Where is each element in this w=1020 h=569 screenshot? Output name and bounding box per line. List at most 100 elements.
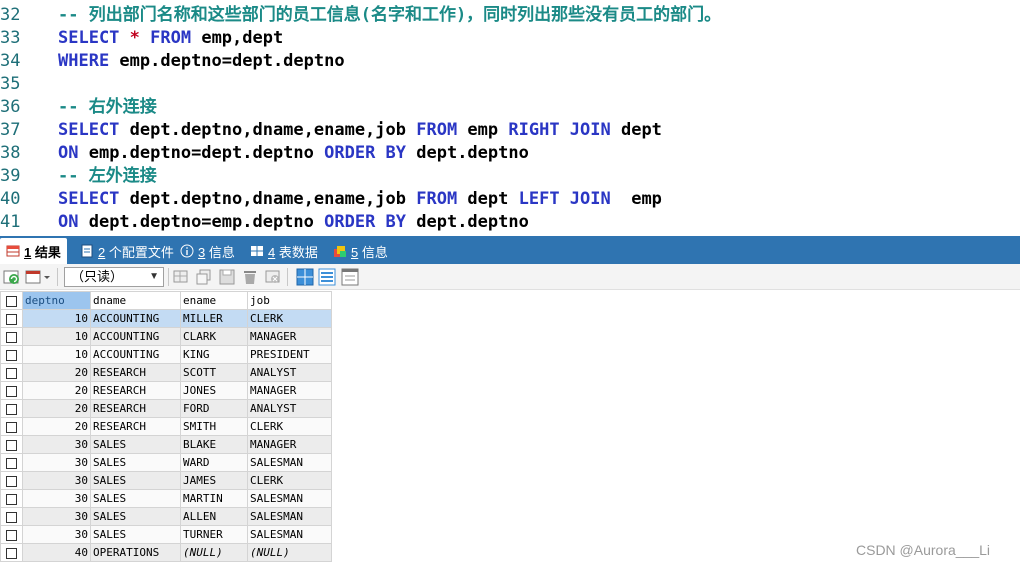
code-line[interactable]: 40 SELECT dept.deptno,dname,ename,job FRO… bbox=[0, 188, 1020, 211]
table-row[interactable]: 30 SALES ALLEN SALESMAN bbox=[0, 507, 332, 526]
cell-deptno[interactable]: 20 bbox=[22, 417, 91, 436]
table-row[interactable]: 30 SALES WARD SALESMAN bbox=[0, 453, 332, 472]
cell-job[interactable]: SALESMAN bbox=[247, 489, 332, 508]
table-row[interactable]: 20 RESEARCH JONES MANAGER bbox=[0, 381, 332, 400]
cell-deptno[interactable]: 30 bbox=[22, 453, 91, 472]
copy-row-icon[interactable] bbox=[195, 268, 213, 286]
sql-editor[interactable]: 32 -- 列出部门名称和这些部门的员工信息(名字和工作)，同时列出那些没有员工的… bbox=[0, 0, 1020, 236]
code-line[interactable]: 32 -- 列出部门名称和这些部门的员工信息(名字和工作)，同时列出那些没有员工的… bbox=[0, 4, 1020, 27]
code-line[interactable]: 33 SELECT * FROM emp,dept bbox=[0, 27, 1020, 50]
row-checkbox[interactable] bbox=[0, 399, 23, 418]
cell-ename[interactable]: FORD bbox=[180, 399, 248, 418]
column-header-job[interactable]: job bbox=[247, 291, 332, 310]
row-checkbox[interactable] bbox=[0, 363, 23, 382]
cell-ename[interactable]: SMITH bbox=[180, 417, 248, 436]
cell-dname[interactable]: ACCOUNTING bbox=[90, 309, 181, 328]
row-checkbox[interactable] bbox=[0, 381, 23, 400]
table-row[interactable]: 10 ACCOUNTING CLARK MANAGER bbox=[0, 327, 332, 346]
cell-deptno[interactable]: 10 bbox=[22, 309, 91, 328]
cell-deptno[interactable]: 30 bbox=[22, 507, 91, 526]
column-header-dname[interactable]: dname bbox=[90, 291, 181, 310]
save-icon[interactable] bbox=[218, 268, 236, 286]
row-checkbox[interactable] bbox=[0, 525, 23, 544]
cell-ename[interactable]: WARD bbox=[180, 453, 248, 472]
tab-results[interactable]: 1 结果 bbox=[0, 238, 67, 264]
column-header-ename[interactable]: ename bbox=[180, 291, 248, 310]
results-grid[interactable]: deptno dname ename job 10 ACCOUNTING MILLE… bbox=[0, 291, 332, 562]
cell-dname[interactable]: ACCOUNTING bbox=[90, 345, 181, 364]
cell-dname[interactable]: RESEARCH bbox=[90, 363, 181, 382]
code-line[interactable]: 37 SELECT dept.deptno,dname,ename,job FRO… bbox=[0, 119, 1020, 142]
table-row[interactable]: 20 RESEARCH SCOTT ANALYST bbox=[0, 363, 332, 382]
code-line[interactable]: 35 bbox=[0, 73, 1020, 96]
cell-dname[interactable]: RESEARCH bbox=[90, 381, 181, 400]
cell-deptno[interactable]: 30 bbox=[22, 525, 91, 544]
cell-job[interactable]: ANALYST bbox=[247, 399, 332, 418]
column-header-deptno[interactable]: deptno bbox=[22, 291, 91, 310]
table-row[interactable]: 40 OPERATIONS (NULL) (NULL) bbox=[0, 543, 332, 562]
table-row[interactable]: 20 RESEARCH SMITH CLERK bbox=[0, 417, 332, 436]
cell-deptno[interactable]: 10 bbox=[22, 345, 91, 364]
select-all-checkbox[interactable] bbox=[0, 291, 23, 310]
text-view-icon[interactable] bbox=[341, 268, 359, 286]
code-line[interactable]: 41 ON dept.deptno=emp.deptno ORDER BY dep… bbox=[0, 211, 1020, 234]
cell-dname[interactable]: ACCOUNTING bbox=[90, 327, 181, 346]
form-view-icon[interactable] bbox=[318, 268, 336, 286]
row-checkbox[interactable] bbox=[0, 309, 23, 328]
cell-ename[interactable]: ALLEN bbox=[180, 507, 248, 526]
cell-deptno[interactable]: 30 bbox=[22, 435, 91, 454]
cell-ename[interactable]: MARTIN bbox=[180, 489, 248, 508]
table-row[interactable]: 10 ACCOUNTING KING PRESIDENT bbox=[0, 345, 332, 364]
refresh-icon[interactable] bbox=[3, 268, 21, 286]
cell-dname[interactable]: RESEARCH bbox=[90, 399, 181, 418]
row-checkbox[interactable] bbox=[0, 345, 23, 364]
cell-dname[interactable]: SALES bbox=[90, 489, 181, 508]
row-checkbox[interactable] bbox=[0, 453, 23, 472]
cell-job[interactable]: MANAGER bbox=[247, 327, 332, 346]
table-row[interactable]: 30 SALES JAMES CLERK bbox=[0, 471, 332, 490]
cell-ename[interactable]: SCOTT bbox=[180, 363, 248, 382]
insert-row-icon[interactable] bbox=[172, 268, 190, 286]
cancel-icon[interactable] bbox=[264, 268, 282, 286]
cell-job[interactable]: SALESMAN bbox=[247, 507, 332, 526]
code-line[interactable]: 38 ON emp.deptno=dept.deptno ORDER BY dep… bbox=[0, 142, 1020, 165]
cell-dname[interactable]: SALES bbox=[90, 525, 181, 544]
cell-dname[interactable]: RESEARCH bbox=[90, 417, 181, 436]
tab-profiles[interactable]: 2 个配置文件 bbox=[74, 238, 180, 264]
cell-dname[interactable]: SALES bbox=[90, 507, 181, 526]
grid-view-icon[interactable] bbox=[296, 268, 314, 286]
table-row[interactable]: 30 SALES TURNER SALESMAN bbox=[0, 525, 332, 544]
cell-job[interactable]: CLERK bbox=[247, 417, 332, 436]
cell-ename[interactable]: TURNER bbox=[180, 525, 248, 544]
row-checkbox[interactable] bbox=[0, 471, 23, 490]
cell-deptno[interactable]: 20 bbox=[22, 399, 91, 418]
cell-ename[interactable]: JONES bbox=[180, 381, 248, 400]
cell-deptno[interactable]: 30 bbox=[22, 471, 91, 490]
cell-dname[interactable]: OPERATIONS bbox=[90, 543, 181, 562]
row-checkbox[interactable] bbox=[0, 435, 23, 454]
cell-job[interactable]: SALESMAN bbox=[247, 453, 332, 472]
cell-job[interactable]: MANAGER bbox=[247, 435, 332, 454]
cell-ename[interactable]: BLAKE bbox=[180, 435, 248, 454]
export-dropdown-icon[interactable] bbox=[25, 268, 53, 286]
table-row[interactable]: 10 ACCOUNTING MILLER CLERK bbox=[0, 309, 332, 328]
cell-deptno[interactable]: 40 bbox=[22, 543, 91, 562]
cell-job[interactable]: CLERK bbox=[247, 471, 332, 490]
table-row[interactable]: 30 SALES MARTIN SALESMAN bbox=[0, 489, 332, 508]
cell-ename[interactable]: JAMES bbox=[180, 471, 248, 490]
code-line[interactable]: 34 WHERE emp.deptno=dept.deptno bbox=[0, 50, 1020, 73]
cell-deptno[interactable]: 20 bbox=[22, 363, 91, 382]
cell-job[interactable]: SALESMAN bbox=[247, 525, 332, 544]
cell-ename[interactable]: (NULL) bbox=[180, 543, 248, 562]
cell-dname[interactable]: SALES bbox=[90, 435, 181, 454]
cell-dname[interactable]: SALES bbox=[90, 471, 181, 490]
table-row[interactable]: 30 SALES BLAKE MANAGER bbox=[0, 435, 332, 454]
cell-job[interactable]: ANALYST bbox=[247, 363, 332, 382]
cell-ename[interactable]: MILLER bbox=[180, 309, 248, 328]
cell-deptno[interactable]: 20 bbox=[22, 381, 91, 400]
table-row[interactable]: 20 RESEARCH FORD ANALYST bbox=[0, 399, 332, 418]
cell-job[interactable]: CLERK bbox=[247, 309, 332, 328]
delete-icon[interactable] bbox=[241, 268, 259, 286]
code-line[interactable]: 36 -- 右外连接 bbox=[0, 96, 1020, 119]
cell-job[interactable]: PRESIDENT bbox=[247, 345, 332, 364]
